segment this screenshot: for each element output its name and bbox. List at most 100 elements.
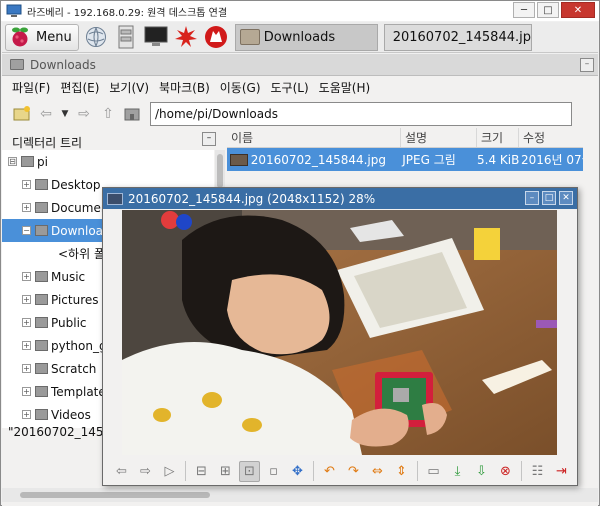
menu-button[interactable]: Menu	[5, 23, 79, 51]
tree-expander-icon[interactable]: +	[22, 387, 31, 396]
horizontal-scrollbar[interactable]	[2, 488, 598, 502]
close-button[interactable]: ✕	[559, 191, 573, 205]
menu-file[interactable]: 파일(F)	[12, 79, 50, 96]
open-file-icon[interactable]: ▭	[423, 461, 444, 482]
folder-icon	[35, 179, 48, 190]
zoom-out-icon[interactable]: ⊟	[191, 461, 212, 482]
task-image-viewer[interactable]: 20160702_145844.jp...	[383, 23, 532, 51]
tree-expander-icon[interactable]: −	[22, 226, 31, 235]
file-name: 20160702_145844.jpg	[250, 152, 387, 167]
menu-edit[interactable]: 편집(E)	[60, 79, 99, 96]
forward-arrow-icon[interactable]: ⇨	[74, 104, 94, 124]
image-viewer-title-bar[interactable]: 20160702_145844.jpg (2048x1152) 28% – □ …	[103, 188, 577, 209]
folder-icon	[35, 386, 48, 397]
sidebar-close-button[interactable]: –	[202, 132, 216, 146]
taskbar-panel: Menu Downloads 20160702_145844.jp...	[2, 22, 598, 53]
next-image-icon[interactable]: ⇨	[135, 461, 156, 482]
terminal-launcher[interactable]	[143, 24, 169, 50]
wolfram-launcher[interactable]	[203, 24, 229, 50]
new-tab-icon[interactable]	[12, 104, 32, 124]
menu-bookmarks[interactable]: 북마크(B)	[159, 79, 210, 96]
back-history-dropdown-icon[interactable]: ▼	[60, 104, 70, 124]
save-as-icon[interactable]: ⇩	[471, 461, 492, 482]
folder-icon	[35, 202, 48, 213]
tree-item-label: pi	[37, 154, 48, 169]
image-viewer-window: 20160702_145844.jpg (2048x1152) 28% – □ …	[102, 187, 578, 486]
exit-icon[interactable]: ⇥	[551, 461, 572, 482]
menu-help[interactable]: 도움말(H)	[319, 79, 371, 96]
fit-to-window-icon[interactable]: ⊡	[239, 460, 260, 482]
close-button[interactable]: ✕	[561, 2, 595, 18]
tree-item-label: Scratch	[51, 361, 97, 376]
folder-icon	[35, 225, 48, 236]
minimize-button[interactable]: –	[580, 58, 594, 72]
tree-item-label: Pictures	[51, 292, 99, 307]
file-manager-title-bar[interactable]: Downloads –	[2, 54, 598, 76]
folder-icon	[21, 156, 34, 167]
column-name[interactable]: 이름	[227, 128, 401, 147]
image-viewer-title: 20160702_145844.jpg (2048x1152) 28%	[128, 191, 376, 206]
menu-tools[interactable]: 도구(L)	[271, 79, 309, 96]
flip-vertical-icon[interactable]: ⇕	[391, 461, 412, 482]
minimize-button[interactable]: –	[525, 191, 539, 205]
rdp-title-bar[interactable]: 라즈베리 - 192.168.0.29: 원격 데스크톱 연결 ─ □ ✕	[1, 1, 599, 21]
menu-view[interactable]: 보기(V)	[109, 79, 149, 96]
mathematica-launcher[interactable]	[173, 24, 199, 50]
folder-icon	[35, 271, 48, 282]
task-label: Downloads	[263, 29, 336, 45]
back-arrow-icon[interactable]: ⇦	[36, 104, 56, 124]
tree-expander-icon[interactable]: +	[22, 341, 31, 350]
flip-horizontal-icon[interactable]: ⇔	[367, 461, 388, 482]
path-input[interactable]	[150, 102, 572, 126]
menu-go[interactable]: 이동(G)	[220, 79, 261, 96]
remote-desktop-icon	[6, 4, 22, 17]
wolf-icon	[204, 26, 227, 48]
tree-item-label: Videos	[51, 407, 91, 422]
rotate-left-icon[interactable]: ↶	[319, 461, 340, 482]
home-folder-icon[interactable]	[122, 104, 142, 124]
delete-file-icon[interactable]: ⊗	[495, 461, 516, 482]
rotate-right-icon[interactable]: ↷	[343, 461, 364, 482]
folder-icon	[35, 409, 48, 420]
up-arrow-icon[interactable]: ⇧	[98, 104, 118, 124]
original-size-icon[interactable]: ▫	[263, 461, 284, 482]
file-cabinet-icon	[118, 25, 134, 49]
zoom-in-icon[interactable]: ⊞	[215, 461, 236, 482]
globe-icon	[85, 27, 106, 47]
tree-expander-icon[interactable]: +	[22, 295, 31, 304]
tree-item-label: Desktop	[51, 177, 101, 192]
folder-icon	[35, 363, 48, 374]
slideshow-play-icon[interactable]: ▷	[159, 461, 180, 482]
column-size[interactable]: 크기	[477, 128, 519, 147]
fullscreen-icon[interactable]: ✥	[287, 461, 308, 482]
folder-icon	[10, 59, 24, 70]
maximize-button[interactable]: □	[537, 2, 559, 18]
starburst-icon	[174, 26, 197, 47]
tree-expander-icon[interactable]: +	[22, 410, 31, 419]
remote-desktop-window: 라즈베리 - 192.168.0.29: 원격 데스크톱 연결 ─ □ ✕ Me…	[0, 0, 600, 506]
task-downloads[interactable]: Downloads	[234, 23, 378, 51]
column-modified[interactable]: 수정	[519, 128, 583, 147]
image-file-icon	[230, 153, 248, 166]
task-label: 20160702_145844.jp...	[392, 29, 532, 45]
photo-child-with-raspberry-pi	[122, 210, 557, 455]
tree-item-label: Music	[51, 269, 86, 284]
maximize-button[interactable]: □	[542, 191, 556, 205]
tree-expander-icon[interactable]: +	[22, 364, 31, 373]
tree-expander-icon[interactable]: +	[22, 318, 31, 327]
column-description[interactable]: 설명	[401, 128, 477, 147]
file-manager-launcher[interactable]	[113, 24, 139, 50]
tree-expander-icon[interactable]: +	[22, 180, 31, 189]
tree-item[interactable]: ⊟ pi	[2, 150, 214, 173]
web-browser-launcher[interactable]	[83, 24, 109, 50]
file-row[interactable]: 20160702_145844.jpg JPEG 그림 5.4 KiB 2016…	[227, 148, 583, 171]
previous-image-icon[interactable]: ⇦	[111, 461, 132, 482]
tree-expander-icon[interactable]: ⊟	[8, 157, 17, 166]
minimize-button[interactable]: ─	[513, 2, 535, 18]
tree-expander-icon[interactable]: +	[22, 272, 31, 281]
save-file-icon[interactable]: ⤓	[447, 461, 468, 482]
preferences-icon[interactable]: ☷	[527, 461, 548, 482]
tree-expander-icon[interactable]: +	[22, 203, 31, 212]
folder-icon	[35, 340, 48, 351]
folder-icon	[239, 29, 260, 45]
